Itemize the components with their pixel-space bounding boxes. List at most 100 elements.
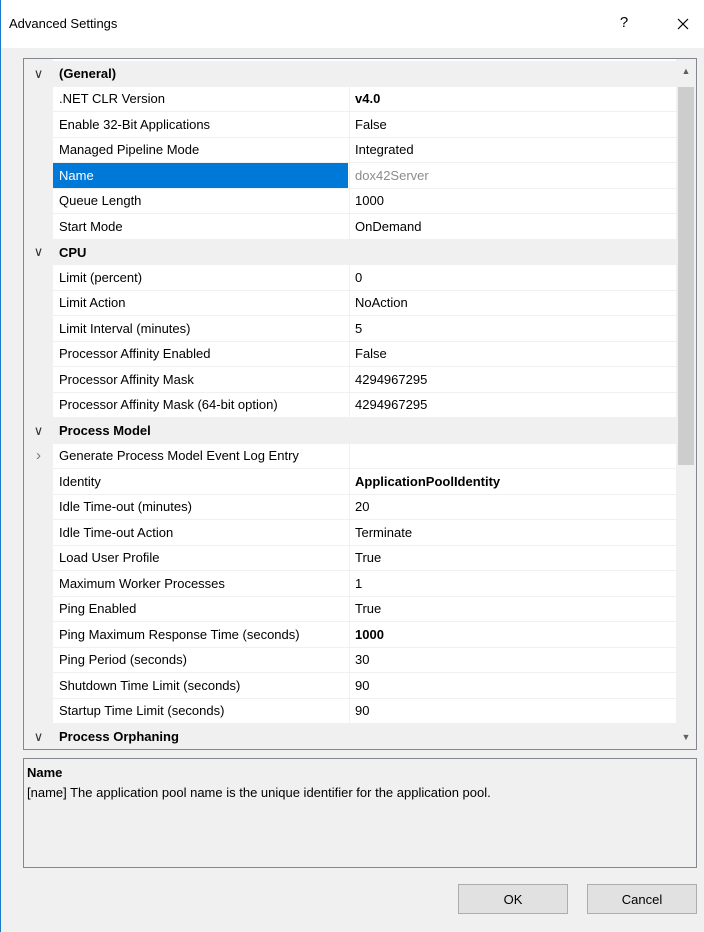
property-row[interactable]: Start Mode OnDemand [24,214,676,240]
ok-button[interactable]: OK [458,884,568,914]
title-bar[interactable]: Advanced Settings ? [1,0,704,48]
vertical-scrollbar[interactable]: ▲ ▼ [676,59,696,749]
chevron-down-icon[interactable]: ∨ [24,61,53,87]
row-gutter [24,342,53,367]
property-row[interactable]: Ping Enabled True [24,596,676,622]
property-name[interactable]: Shutdown Time Limit (seconds) [53,673,348,698]
property-row[interactable]: › Generate Process Model Event Log Entry [24,443,676,469]
property-row[interactable]: Load User Profile True [24,545,676,571]
property-value[interactable] [349,443,676,468]
property-name[interactable]: Managed Pipeline Mode [53,138,348,163]
property-name[interactable]: Ping Maximum Response Time (seconds) [53,622,348,647]
category-label[interactable]: CPU [53,240,673,266]
scrollbar-thumb[interactable] [678,87,694,465]
property-value[interactable]: 1 [349,571,676,596]
category-label[interactable]: Process Model [53,418,673,444]
property-value[interactable]: 0 [349,265,676,290]
property-name[interactable]: Queue Length [53,189,348,214]
row-gutter [24,699,53,724]
property-value[interactable]: False [349,341,676,366]
category-label[interactable]: (General) [53,61,673,87]
row-gutter [24,520,53,545]
property-row[interactable]: Limit Interval (minutes) 5 [24,316,676,342]
property-name[interactable]: Idle Time-out (minutes) [53,495,348,520]
chevron-down-icon[interactable]: ∨ [24,724,53,749]
close-icon [677,18,689,30]
property-name[interactable]: Ping Period (seconds) [53,648,348,673]
property-row[interactable]: Maximum Worker Processes 1 [24,571,676,597]
category-label[interactable]: Process Orphaning [53,724,673,749]
property-value[interactable]: Terminate [349,520,676,545]
property-row[interactable]: Identity ApplicationPoolIdentity [24,469,676,495]
property-value[interactable]: Integrated [349,137,676,162]
property-value[interactable]: 90 [349,673,676,698]
property-name[interactable]: Start Mode [53,214,348,239]
row-gutter [24,138,53,163]
property-row[interactable]: Queue Length 1000 [24,188,676,214]
property-name[interactable]: Processor Affinity Mask [53,367,348,392]
scroll-up-icon[interactable]: ▲ [676,61,696,81]
property-name[interactable]: Ping Enabled [53,597,348,622]
property-value[interactable]: dox42Server [349,163,676,188]
property-value[interactable]: 90 [349,698,676,723]
property-row[interactable]: Startup Time Limit (seconds) 90 [24,698,676,724]
property-grid-rows: ∨ (General) .NET CLR Version v4.0 Enable 32-… [24,61,676,749]
property-row[interactable]: Idle Time-out (minutes) 20 [24,494,676,520]
property-name[interactable]: .NET CLR Version [53,87,348,112]
property-row[interactable]: Ping Maximum Response Time (seconds) 1000 [24,622,676,648]
property-name[interactable]: Identity [53,469,348,494]
property-row[interactable]: Idle Time-out Action Terminate [24,520,676,546]
property-name[interactable]: Limit Action [53,291,348,316]
property-name[interactable]: Limit (percent) [53,265,348,290]
property-name[interactable]: Generate Process Model Event Log Entry [53,444,348,469]
property-row[interactable]: Processor Affinity Mask 4294967295 [24,367,676,393]
property-value[interactable]: NoAction [349,290,676,315]
property-value[interactable]: True [349,545,676,570]
close-button[interactable] [665,7,701,41]
property-name[interactable]: Processor Affinity Mask (64-bit option) [53,393,348,418]
category-row[interactable]: ∨ Process Model [24,418,676,444]
row-gutter [24,316,53,341]
category-row[interactable]: ∨ CPU [24,239,676,266]
property-row[interactable]: Enable 32-Bit Applications False [24,112,676,138]
property-value[interactable]: 5 [349,316,676,341]
cancel-button[interactable]: Cancel [587,884,697,914]
property-row[interactable]: Managed Pipeline Mode Integrated [24,137,676,163]
chevron-down-icon[interactable]: ∨ [24,240,53,266]
property-row[interactable]: .NET CLR Version v4.0 [24,86,676,112]
chevron-down-icon[interactable]: ∨ [24,418,53,444]
property-value[interactable]: 1000 [349,188,676,213]
property-row[interactable]: Name dox42Server [24,163,676,189]
property-grid[interactable]: ∨ (General) .NET CLR Version v4.0 Enable 32-… [23,58,697,750]
property-value[interactable]: 20 [349,494,676,519]
property-name[interactable]: Processor Affinity Enabled [53,342,348,367]
category-row[interactable]: ∨ Process Orphaning [24,724,676,749]
property-value[interactable]: 4294967295 [349,367,676,392]
property-value[interactable]: 30 [349,647,676,672]
help-button[interactable]: ? [613,9,635,37]
property-value[interactable]: OnDemand [349,214,676,239]
property-name[interactable]: Limit Interval (minutes) [53,316,348,341]
property-row[interactable]: Processor Affinity Enabled False [24,341,676,367]
property-value[interactable]: 1000 [349,622,676,647]
property-name[interactable]: Name [53,163,348,188]
property-row[interactable]: Processor Affinity Mask (64-bit option) 4… [24,392,676,418]
chevron-right-icon[interactable]: › [24,444,53,469]
property-value[interactable]: v4.0 [349,86,676,111]
property-name[interactable]: Enable 32-Bit Applications [53,112,348,137]
property-name[interactable]: Startup Time Limit (seconds) [53,699,348,724]
property-name[interactable]: Load User Profile [53,546,348,571]
property-name[interactable]: Idle Time-out Action [53,520,348,545]
property-row[interactable]: Limit (percent) 0 [24,265,676,291]
property-name[interactable]: Maximum Worker Processes [53,571,348,596]
scroll-down-icon[interactable]: ▼ [676,727,696,747]
property-value[interactable]: False [349,112,676,137]
category-row[interactable]: ∨ (General) [24,61,676,87]
property-value[interactable]: 4294967295 [349,392,676,417]
property-row[interactable]: Limit Action NoAction [24,290,676,316]
property-value[interactable]: True [349,596,676,621]
property-row[interactable]: Shutdown Time Limit (seconds) 90 [24,673,676,699]
description-text: [name] The application pool name is the … [27,785,491,800]
property-row[interactable]: Ping Period (seconds) 30 [24,647,676,673]
property-value[interactable]: ApplicationPoolIdentity [349,469,676,494]
